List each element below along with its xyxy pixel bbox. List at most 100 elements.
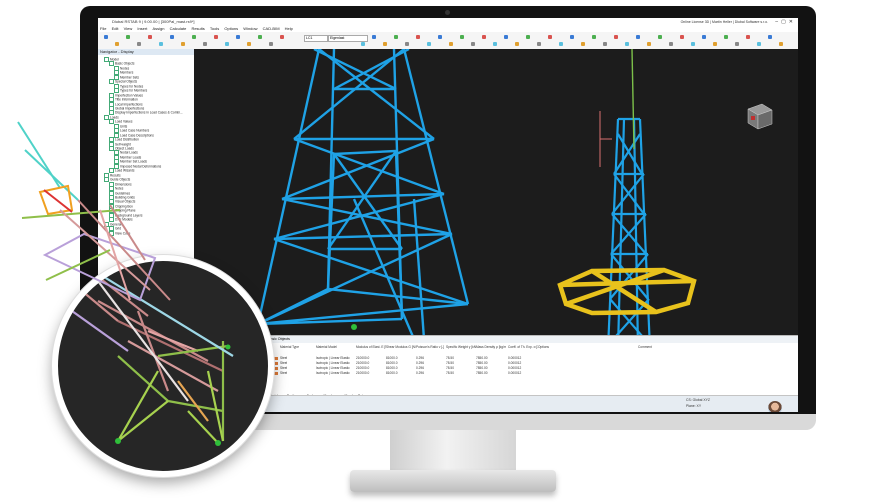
column-header[interactable]: Shear Modulus G [N/mm²] xyxy=(386,345,416,350)
toolbar-tool-icon[interactable] xyxy=(361,42,365,46)
table-cell[interactable]: Isotropic | Linear Elastic xyxy=(316,366,350,371)
table-cell[interactable]: 210000.0 xyxy=(356,356,369,361)
toolbar-tool-icon[interactable] xyxy=(372,35,376,39)
toolbar-tool-icon[interactable] xyxy=(236,35,240,39)
toolbar-tool-icon[interactable] xyxy=(603,42,607,46)
table-cell[interactable]: 7850.00 xyxy=(476,361,488,366)
table-cell[interactable]: 7850.00 xyxy=(476,356,488,361)
toolbar-tool-icon[interactable] xyxy=(181,42,185,46)
toolbar-tool-icon[interactable] xyxy=(515,42,519,46)
table-cell[interactable]: Steel xyxy=(280,356,287,361)
toolbar-tool-icon[interactable] xyxy=(460,35,464,39)
table-cell[interactable]: 7850.00 xyxy=(476,366,488,371)
menu-cad-bim[interactable]: CAD-BIM xyxy=(263,26,280,31)
toolbar-tool-icon[interactable] xyxy=(126,35,130,39)
toolbar-tool-icon[interactable] xyxy=(669,42,673,46)
toolbar-tool-icon[interactable] xyxy=(735,42,739,46)
toolbar-tool-icon[interactable] xyxy=(394,35,398,39)
toolbar-tool-icon[interactable] xyxy=(746,35,750,39)
column-header[interactable]: Coeff. of Th. Exp. α [1/°C] xyxy=(508,345,538,350)
toolbar-tool-icon[interactable] xyxy=(548,35,552,39)
toolbar-tool-icon[interactable] xyxy=(214,35,218,39)
table-cell[interactable]: 210000.0 xyxy=(356,371,369,376)
toolbar-tool-icon[interactable] xyxy=(592,35,596,39)
menu-tools[interactable]: Tools xyxy=(210,26,219,31)
table-cell[interactable]: 0.296 xyxy=(416,366,424,371)
menu-help[interactable]: Help xyxy=(285,26,293,31)
table-cell[interactable]: Steel xyxy=(280,361,287,366)
loadcase-combo[interactable]: LC1 xyxy=(304,35,328,42)
toolbar-tool-icon[interactable] xyxy=(449,42,453,46)
toolbar-tool-icon[interactable] xyxy=(148,35,152,39)
table-cell[interactable]: 210000.0 xyxy=(356,361,369,366)
menu-assign[interactable]: Assign xyxy=(152,26,164,31)
navigator-item[interactable]: Display Imperfections in Load Cases & Co… xyxy=(109,110,183,116)
menu-view[interactable]: View xyxy=(124,26,133,31)
toolbar-tool-icon[interactable] xyxy=(192,35,196,39)
toolbar-tool-icon[interactable] xyxy=(269,42,273,46)
menu-insert[interactable]: Insert xyxy=(137,26,147,31)
menu-edit[interactable]: Edit xyxy=(112,26,119,31)
toolbar-tool-icon[interactable] xyxy=(104,35,108,39)
toolbar-tool-icon[interactable] xyxy=(504,35,508,39)
menu-results[interactable]: Results xyxy=(191,26,204,31)
table-cell[interactable]: Isotropic | Linear Elastic xyxy=(316,356,350,361)
menu-calculate[interactable]: Calculate xyxy=(170,26,187,31)
toolbar-tool-icon[interactable] xyxy=(713,42,717,46)
column-header[interactable]: Material Type xyxy=(280,345,299,350)
toolbar-tool-icon[interactable] xyxy=(559,42,563,46)
table-cell[interactable]: 0.296 xyxy=(416,361,424,366)
table-cell[interactable]: Isotropic | Linear Elastic xyxy=(316,361,350,366)
column-header[interactable]: Modulus of Elast. E [N/mm²] xyxy=(356,345,386,350)
table-cell[interactable]: 81000.0 xyxy=(386,366,398,371)
toolbar-tool-icon[interactable] xyxy=(537,42,541,46)
table-cell[interactable]: 0.000012 xyxy=(508,371,521,376)
menu-file[interactable]: File xyxy=(100,26,106,31)
table-cell[interactable]: Isotropic | Linear Elastic xyxy=(316,371,350,376)
column-header[interactable]: Material Model xyxy=(316,345,337,350)
toolbar-tool-icon[interactable] xyxy=(779,42,783,46)
toolbar-tool-icon[interactable] xyxy=(427,42,431,46)
view-cube[interactable] xyxy=(742,99,776,133)
display-combo[interactable]: Eigenlast xyxy=(328,35,368,42)
toolbar-tool-icon[interactable] xyxy=(247,42,251,46)
toolbar-tool-icon[interactable] xyxy=(647,42,651,46)
3d-viewport[interactable] xyxy=(194,49,798,335)
toolbar-tool-icon[interactable] xyxy=(636,35,640,39)
table-cell[interactable]: 0.000012 xyxy=(508,361,521,366)
table-cell[interactable]: 0.296 xyxy=(416,371,424,376)
table-cell[interactable]: 210000.0 xyxy=(356,366,369,371)
toolbar-tool-icon[interactable] xyxy=(416,35,420,39)
toolbar-tool-icon[interactable] xyxy=(159,42,163,46)
toolbar-tool-icon[interactable] xyxy=(493,42,497,46)
toolbar-tool-icon[interactable] xyxy=(691,42,695,46)
column-header[interactable]: Specific Weight γ [kN/m³] xyxy=(446,345,476,350)
toolbar-tool-icon[interactable] xyxy=(482,35,486,39)
table-cell[interactable]: 81000.0 xyxy=(386,371,398,376)
table-cell[interactable]: 78.50 xyxy=(446,361,454,366)
column-header[interactable]: Comment xyxy=(638,345,652,350)
toolbar-tool-icon[interactable] xyxy=(526,35,530,39)
toolbar-tool-icon[interactable] xyxy=(258,35,262,39)
table-cell[interactable]: 78.50 xyxy=(446,366,454,371)
toolbar-tool-icon[interactable] xyxy=(680,35,684,39)
toolbar-tool-icon[interactable] xyxy=(724,35,728,39)
table-cell[interactable]: 0.000012 xyxy=(508,366,521,371)
table-cell[interactable]: 0.000012 xyxy=(508,356,521,361)
column-header[interactable]: Options xyxy=(538,345,549,350)
toolbar-tool-icon[interactable] xyxy=(570,35,574,39)
toolbar-tool-icon[interactable] xyxy=(768,35,772,39)
table-cell[interactable]: Steel xyxy=(280,371,287,376)
toolbar-tool-icon[interactable] xyxy=(438,35,442,39)
table-cell[interactable]: 0.296 xyxy=(416,356,424,361)
toolbar-tool-icon[interactable] xyxy=(625,42,629,46)
toolbar-tool-icon[interactable] xyxy=(137,42,141,46)
toolbar-tool-icon[interactable] xyxy=(280,35,284,39)
toolbar-tool-icon[interactable] xyxy=(614,35,618,39)
toolbar-tool-icon[interactable] xyxy=(471,42,475,46)
toolbar-tool-icon[interactable] xyxy=(203,42,207,46)
column-header[interactable]: Poisson's Ratio ν [-] xyxy=(416,345,444,350)
toolbar-tool-icon[interactable] xyxy=(757,42,761,46)
toolbar-tool-icon[interactable] xyxy=(383,42,387,46)
table-cell[interactable]: 78.50 xyxy=(446,371,454,376)
